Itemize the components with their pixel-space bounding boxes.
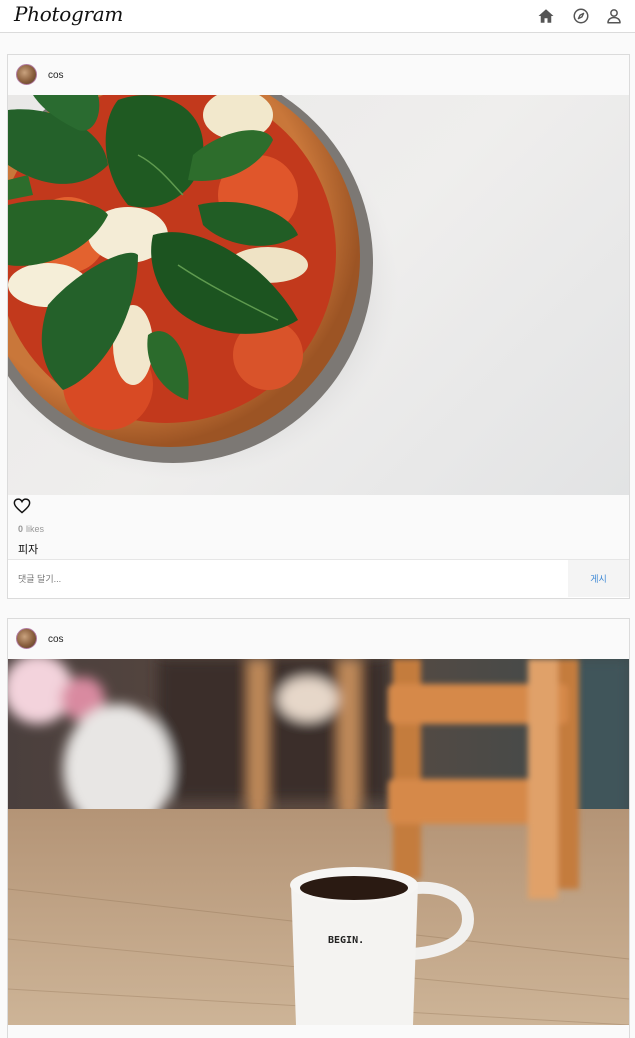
avatar[interactable] bbox=[16, 628, 37, 649]
comment-row: 게시 bbox=[8, 559, 629, 598]
app-logo[interactable]: Photogram bbox=[14, 2, 123, 26]
post-header: cos bbox=[8, 619, 629, 659]
post-header: cos bbox=[8, 55, 629, 95]
comment-input[interactable] bbox=[8, 560, 568, 597]
compass-icon[interactable] bbox=[572, 7, 590, 25]
heart-icon[interactable] bbox=[13, 498, 31, 514]
avatar[interactable] bbox=[16, 64, 37, 85]
post-image-coffee[interactable]: BEGIN. bbox=[8, 659, 629, 1025]
post-comment-button[interactable]: 게시 bbox=[568, 560, 629, 597]
top-navbar: Photogram bbox=[0, 0, 635, 33]
mug-text: BEGIN. bbox=[328, 935, 364, 946]
post-info: 0 likes 피자 bbox=[8, 495, 629, 559]
post-username[interactable]: cos bbox=[48, 70, 64, 81]
post-card: cos bbox=[7, 618, 630, 1038]
likes-label: likes bbox=[26, 524, 45, 534]
likes-count: 0 likes bbox=[18, 524, 44, 534]
home-icon[interactable] bbox=[537, 7, 555, 25]
post-card: cos bbox=[7, 54, 630, 599]
likes-number: 0 bbox=[18, 524, 24, 534]
post-caption: 피자 bbox=[18, 544, 39, 556]
post-image-pizza[interactable] bbox=[8, 95, 629, 495]
post-username[interactable]: cos bbox=[48, 634, 64, 645]
user-icon[interactable] bbox=[605, 7, 623, 25]
